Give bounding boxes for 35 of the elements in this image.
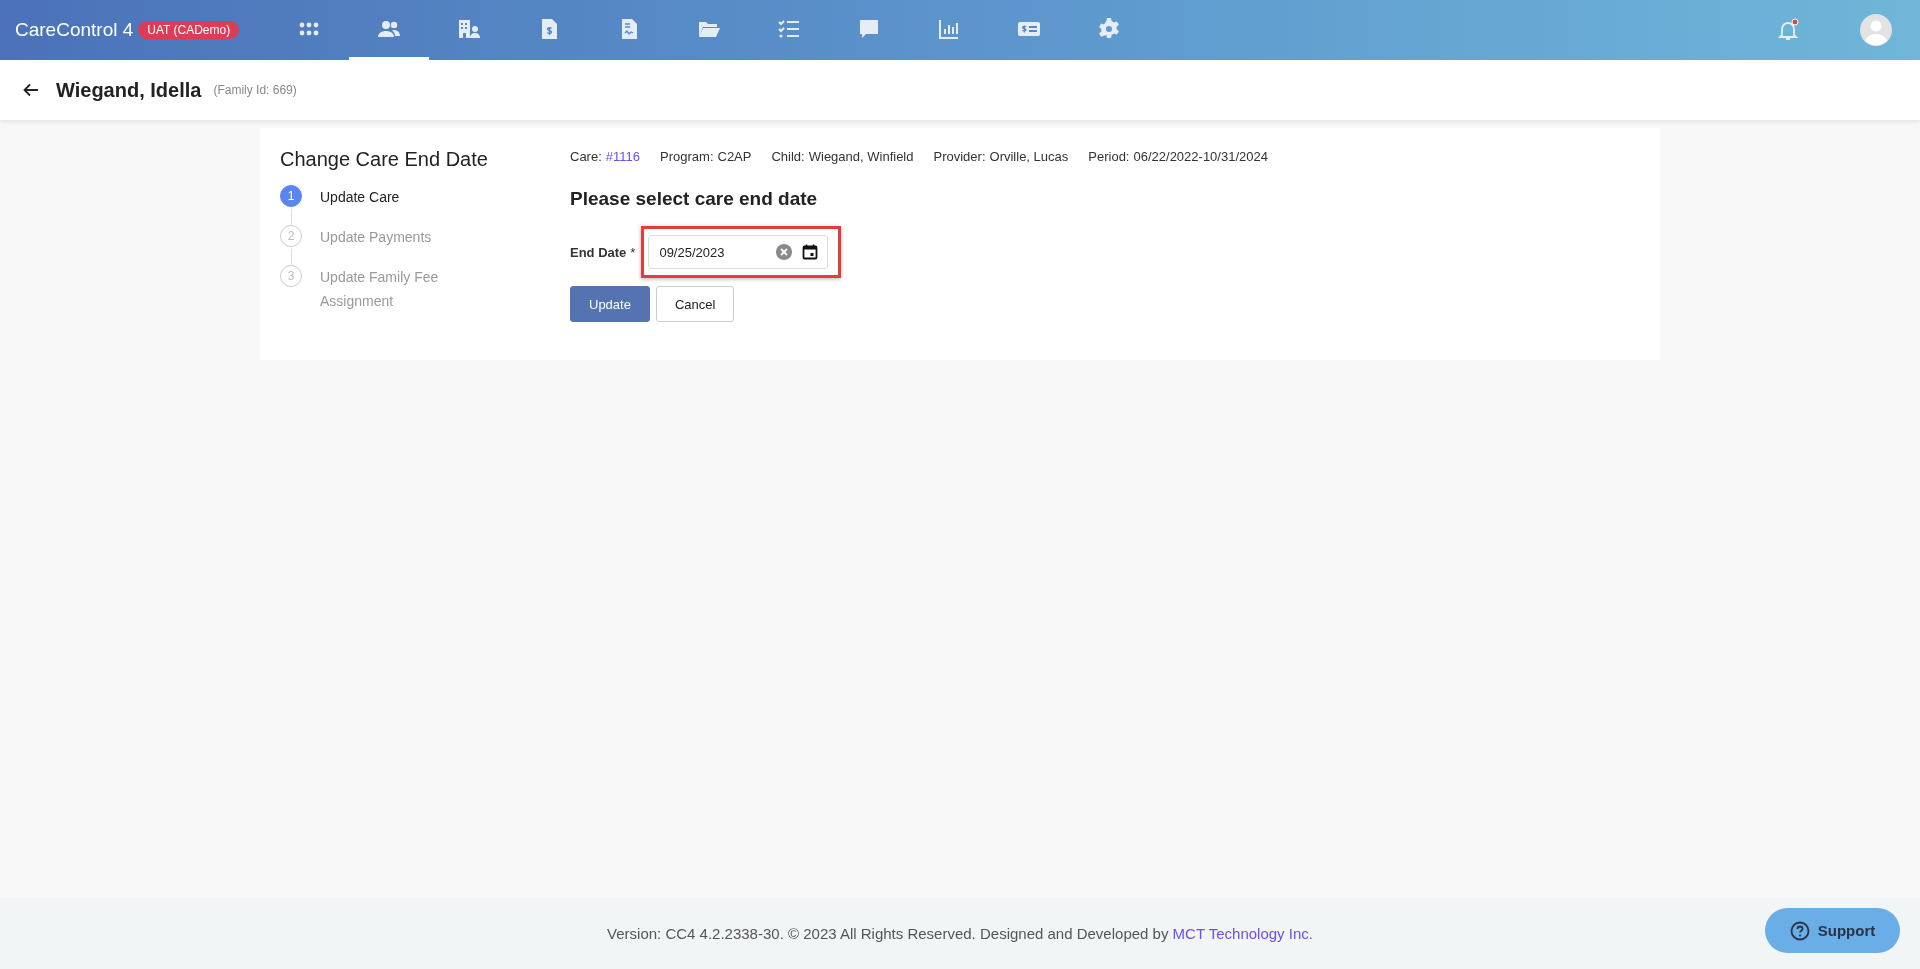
- step-number: 1: [280, 185, 302, 207]
- info-label: Care:: [570, 149, 602, 164]
- page-title: Wiegand, Idella: [56, 78, 202, 102]
- support-button[interactable]: Support: [1765, 908, 1900, 953]
- step-label: Update Payments: [320, 228, 433, 247]
- info-value: Wiegand, Winfield: [808, 149, 914, 164]
- step-label: Update Family Fee Assignment: [320, 268, 440, 311]
- calendar-icon[interactable]: [801, 243, 820, 261]
- info-label: Program:: [660, 149, 714, 164]
- footer-text: Version: CC4 4.2.2338-30. © 2023 All Rights Reserved. Designed and Developed by MCT Technology Inc.: [607, 925, 1313, 942]
- required-mark: *: [630, 244, 636, 260]
- notification-bell-icon[interactable]: [1776, 18, 1800, 42]
- info-value: Orville, Lucas: [989, 149, 1069, 164]
- clear-icon[interactable]: [775, 243, 794, 261]
- back-arrow-icon[interactable]: [22, 81, 40, 99]
- family-id-text: (Family Id: 669): [213, 83, 297, 97]
- date-field[interactable]: 09/25/2023: [648, 235, 829, 269]
- field-label: End Date: [570, 244, 627, 260]
- wizard-title: Change Care End Date: [280, 148, 489, 171]
- care-link[interactable]: #1116: [605, 149, 641, 164]
- step-label: Update Care: [320, 188, 401, 207]
- gear-icon: [1097, 16, 1122, 41]
- form-heading: Please select care end date: [570, 188, 819, 210]
- info-label: Child:: [771, 149, 805, 164]
- info-value: 06/22/2022-10/31/2024: [1133, 149, 1268, 164]
- info-value: C2AP: [717, 149, 752, 164]
- info-label: Period:: [1088, 149, 1130, 164]
- info-label: Provider:: [933, 149, 986, 164]
- cancel-button[interactable]: Cancel: [655, 286, 735, 322]
- environment-badge: UAT (CADemo): [138, 21, 240, 39]
- company-link[interactable]: MCT Technology Inc.: [1172, 925, 1313, 942]
- help-icon: [1789, 920, 1810, 941]
- app-title: CareControl 4: [15, 19, 134, 41]
- user-avatar-icon[interactable]: [1860, 14, 1892, 46]
- update-button[interactable]: Update: [570, 286, 650, 322]
